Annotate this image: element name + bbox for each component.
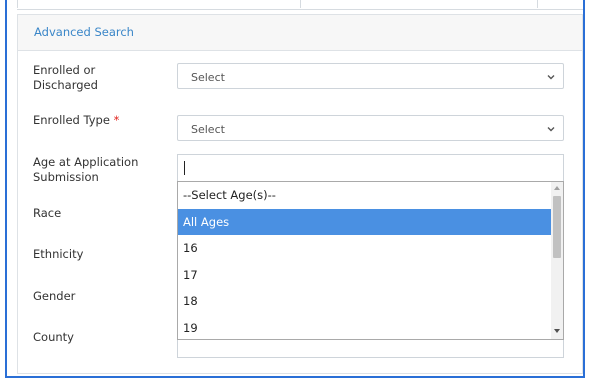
scrollbar-thumb[interactable]	[553, 196, 561, 258]
table-cell-edge	[17, 0, 18, 8]
select-value: Select	[191, 71, 225, 84]
text-cursor	[184, 161, 185, 175]
dropdown-option[interactable]: 17	[178, 262, 552, 289]
required-asterisk: *	[113, 113, 120, 127]
enrolled-type-label: Enrolled Type *	[33, 113, 119, 128]
panel-title[interactable]: Advanced Search	[34, 25, 134, 39]
panel-header[interactable]: Advanced Search	[18, 15, 582, 51]
age-at-application-label: Age at Application Submission	[33, 155, 139, 184]
scroll-up-arrow-icon[interactable]	[554, 186, 560, 190]
table-cell-edge	[537, 0, 538, 8]
gender-label: Gender	[33, 289, 76, 303]
chevron-down-icon	[547, 75, 555, 80]
table-cell-edge	[300, 0, 301, 8]
ethnicity-label: Ethnicity	[33, 247, 84, 261]
dropdown-option[interactable]: 16	[178, 235, 552, 262]
enrolled-type-label-text: Enrolled Type	[33, 113, 110, 127]
enrolled-or-discharged-select[interactable]: Select	[177, 63, 564, 89]
chevron-down-icon	[547, 127, 555, 132]
county-label: County	[33, 330, 74, 344]
age-dropdown-list[interactable]: --Select Age(s)-- All Ages 16 17 18 19	[177, 181, 564, 340]
dropdown-option[interactable]: --Select Age(s)--	[178, 182, 552, 209]
select-value: Select	[191, 123, 225, 136]
dropdown-option[interactable]: 19	[178, 315, 552, 340]
scroll-down-arrow-icon[interactable]	[554, 329, 560, 333]
county-select[interactable]	[177, 340, 564, 358]
top-table-edge	[17, 0, 583, 10]
dropdown-option[interactable]: 18	[178, 288, 552, 315]
enrolled-or-discharged-label: Enrolled or Discharged	[33, 63, 98, 92]
enrolled-type-select[interactable]: Select	[177, 115, 564, 141]
age-search-input[interactable]	[177, 154, 564, 181]
race-label: Race	[33, 206, 62, 220]
dropdown-scrollbar[interactable]	[551, 182, 563, 339]
dropdown-option-highlighted[interactable]: All Ages	[178, 208, 552, 235]
